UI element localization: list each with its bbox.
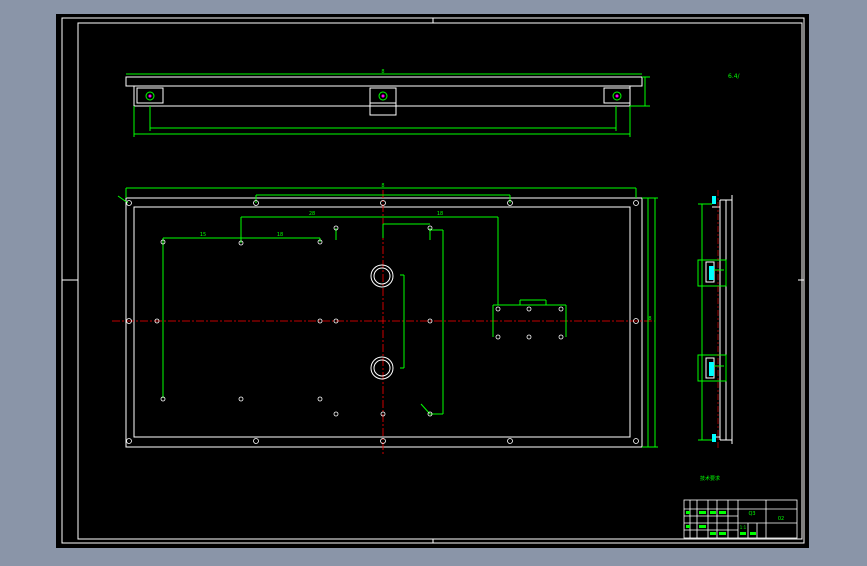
front-overall-dim: 8 — [381, 183, 384, 189]
roughness-note: 6.4/ — [728, 73, 741, 80]
title-block-text — [719, 532, 726, 535]
title-block-text — [699, 525, 706, 528]
front-inner-dim-2: 18 — [437, 211, 443, 217]
title-block-material: Q3 — [748, 511, 755, 517]
title-block-text — [699, 511, 706, 514]
side-view-hatch — [712, 196, 716, 204]
drawing-sheet — [56, 14, 809, 548]
side-view-hatch — [709, 362, 714, 376]
title-block-drawing-no: 02 — [778, 516, 784, 522]
top-view-hole — [148, 94, 152, 98]
technical-note: 技术要求 — [700, 475, 720, 482]
title-block-text — [686, 525, 690, 528]
title-block-text — [740, 532, 746, 535]
title-block-scale: 1:1 — [740, 525, 747, 530]
front-mid-dim: 18 — [277, 232, 283, 238]
drawing-canvas[interactable]: 8 8 28 18 15 18 8 6.4/ 技术要求 Q3 1:1 02 — [0, 0, 867, 562]
title-block-text — [750, 532, 756, 535]
title-block-text — [686, 511, 690, 514]
cad-viewport: 8 8 28 18 15 18 8 6.4/ 技术要求 Q3 1:1 02 — [0, 0, 867, 562]
top-view-overall-dim: 8 — [381, 69, 384, 75]
front-left-dim: 15 — [200, 232, 206, 238]
top-view-hole — [615, 94, 619, 98]
side-view-hatch — [712, 434, 716, 442]
title-block-text — [719, 511, 726, 514]
title-block-text — [710, 511, 716, 514]
front-inner-dim-1: 28 — [309, 211, 315, 217]
title-block-text — [710, 532, 716, 535]
top-view-hole — [381, 94, 385, 98]
front-right-dim: 8 — [648, 316, 651, 322]
side-view-hatch — [709, 266, 714, 280]
